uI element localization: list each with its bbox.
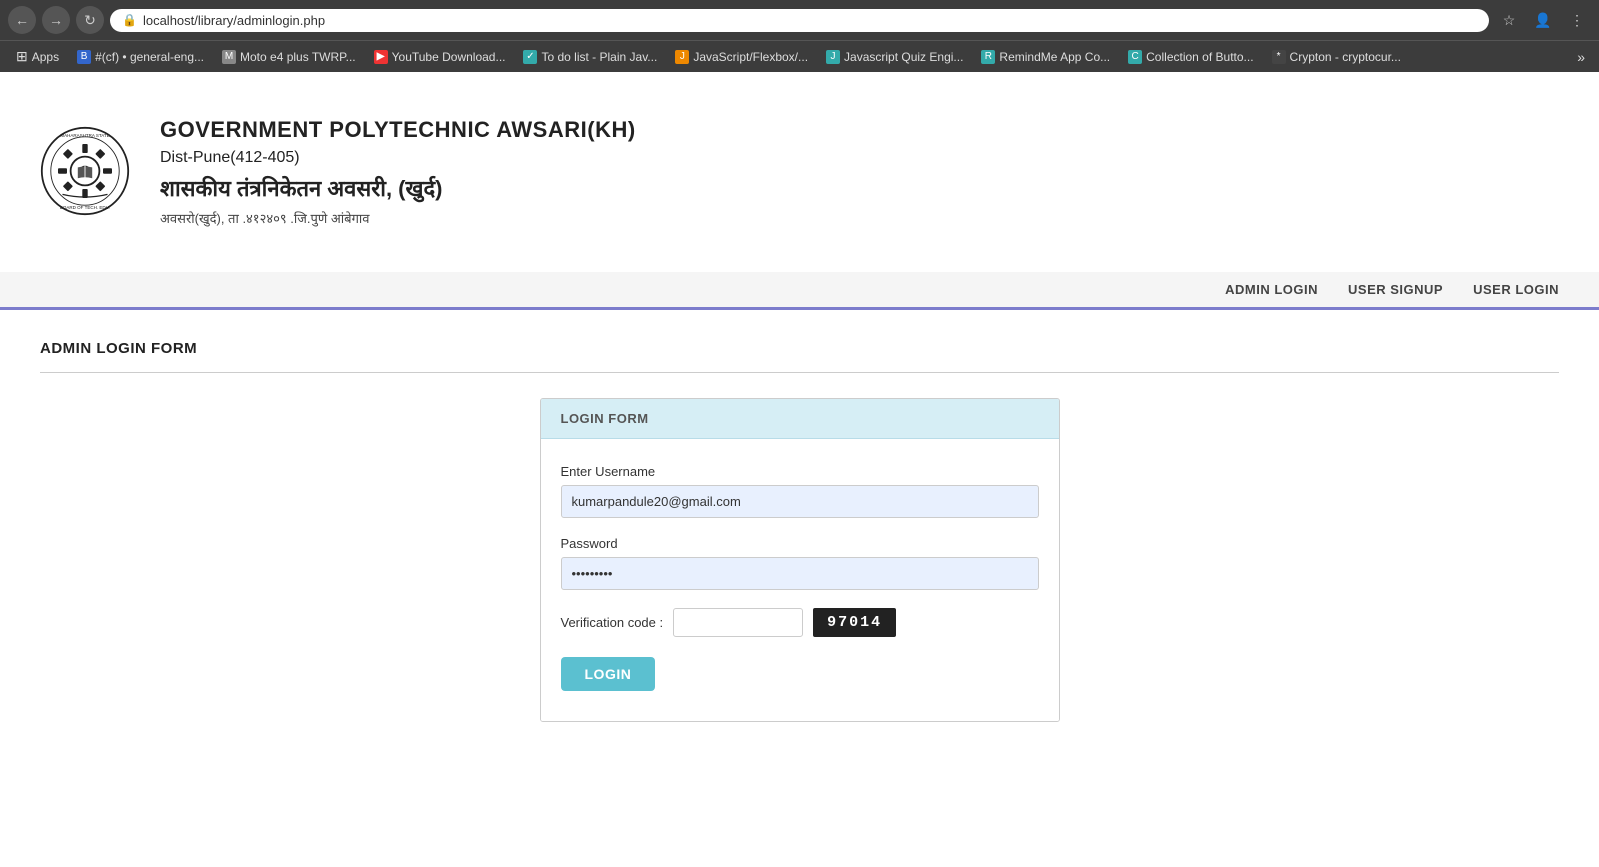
nav-admin-login[interactable]: ADMIN LOGIN: [1225, 282, 1318, 297]
captcha-box: 97014: [813, 608, 896, 637]
site-nav: ADMIN LOGIN USER SIGNUP USER LOGIN: [0, 272, 1599, 310]
verification-row: Verification code : 97014: [561, 608, 1039, 637]
apps-label: Apps: [32, 50, 59, 64]
forward-button[interactable]: →: [42, 6, 70, 34]
browser-chrome: ← → ↻ 🔒 localhost/library/adminlogin.php…: [0, 0, 1599, 72]
back-button[interactable]: ←: [8, 6, 36, 34]
bookmark-1[interactable]: B #(cf) • general-eng...: [69, 47, 212, 67]
bookmark-3[interactable]: ▶ YouTube Download...: [366, 47, 514, 67]
star-button[interactable]: ☆: [1495, 6, 1523, 34]
login-card-header: LOGIN FORM: [541, 399, 1059, 439]
url-text: localhost/library/adminlogin.php: [143, 13, 325, 28]
header-text: GOVERNMENT POLYTECHNIC AWSARI(KH) Dist-P…: [160, 117, 636, 227]
bookmarks-apps[interactable]: ⊞ Apps: [8, 45, 67, 68]
logo-svg: MAHARASHTRA STATE BOARD OF TECH. EDU.: [40, 126, 130, 216]
bookmark-2[interactable]: M Moto e4 plus TWRP...: [214, 47, 364, 67]
browser-toolbar: ← → ↻ 🔒 localhost/library/adminlogin.php…: [0, 0, 1599, 40]
bookmark-7[interactable]: R RemindMe App Co...: [973, 47, 1118, 67]
bookmarks-more[interactable]: »: [1571, 46, 1591, 68]
bookmark-5-icon: J: [675, 50, 689, 64]
section-divider: [40, 372, 1559, 373]
bookmark-2-label: Moto e4 plus TWRP...: [240, 50, 356, 64]
bookmark-4-label: To do list - Plain Jav...: [541, 50, 657, 64]
verification-input[interactable]: [673, 608, 803, 637]
apps-grid-icon: ⊞: [16, 48, 28, 65]
bookmark-6-icon: J: [826, 50, 840, 64]
bookmark-6-label: Javascript Quiz Engi...: [844, 50, 963, 64]
bookmark-1-icon: B: [77, 50, 91, 64]
site-header: MAHARASHTRA STATE BOARD OF TECH. EDU. GO…: [0, 72, 1599, 272]
bookmark-3-icon: ▶: [374, 50, 388, 64]
bookmark-4[interactable]: ✓ To do list - Plain Jav...: [515, 47, 665, 67]
bookmark-7-label: RemindMe App Co...: [999, 50, 1110, 64]
bookmark-8[interactable]: C Collection of Butto...: [1120, 47, 1261, 67]
username-label: Enter Username: [561, 464, 1039, 479]
page-content: MAHARASHTRA STATE BOARD OF TECH. EDU. GO…: [0, 72, 1599, 852]
bookmark-9-icon: *: [1272, 50, 1286, 64]
main-content: ADMIN LOGIN FORM LOGIN FORM Enter Userna…: [0, 310, 1599, 752]
svg-text:MAHARASHTRA STATE: MAHARASHTRA STATE: [60, 132, 109, 137]
header-logo: MAHARASHTRA STATE BOARD OF TECH. EDU.: [40, 126, 130, 219]
header-dist: Dist-Pune(412-405): [160, 149, 636, 167]
login-button[interactable]: LOGIN: [561, 657, 656, 691]
bookmark-6[interactable]: J Javascript Quiz Engi...: [818, 47, 971, 67]
menu-button[interactable]: ⋮: [1563, 6, 1591, 34]
nav-user-login[interactable]: USER LOGIN: [1473, 282, 1559, 297]
refresh-button[interactable]: ↻: [76, 6, 104, 34]
lock-icon: 🔒: [122, 13, 137, 27]
bookmark-8-icon: C: [1128, 50, 1142, 64]
verification-label: Verification code :: [561, 615, 664, 630]
bookmarks-bar: ⊞ Apps B #(cf) • general-eng... M Moto e…: [0, 40, 1599, 72]
username-input[interactable]: [561, 485, 1039, 518]
login-card-body: Enter Username Password Verification cod…: [541, 439, 1059, 721]
password-label: Password: [561, 536, 1039, 551]
bookmark-8-label: Collection of Butto...: [1146, 50, 1253, 64]
bookmark-9-label: Crypton - cryptocur...: [1290, 50, 1401, 64]
password-input[interactable]: [561, 557, 1039, 590]
form-section-title: ADMIN LOGIN FORM: [40, 340, 1559, 357]
bookmark-3-label: YouTube Download...: [392, 50, 506, 64]
username-group: Enter Username: [561, 464, 1039, 518]
nav-user-signup[interactable]: USER SIGNUP: [1348, 282, 1443, 297]
bookmark-1-label: #(cf) • general-eng...: [95, 50, 204, 64]
profile-button[interactable]: 👤: [1529, 6, 1557, 34]
bookmark-5[interactable]: J JavaScript/Flexbox/...: [667, 47, 816, 67]
password-group: Password: [561, 536, 1039, 590]
bookmark-7-icon: R: [981, 50, 995, 64]
bookmark-9[interactable]: * Crypton - cryptocur...: [1264, 47, 1409, 67]
bookmark-4-icon: ✓: [523, 50, 537, 64]
address-bar[interactable]: 🔒 localhost/library/adminlogin.php: [110, 9, 1489, 32]
svg-text:BOARD OF TECH. EDU.: BOARD OF TECH. EDU.: [60, 204, 110, 209]
login-card: LOGIN FORM Enter Username Password Verif…: [540, 398, 1060, 722]
header-title-hi: शासकीय तंत्रनिकेतन अवसरी, (खुर्द): [160, 173, 636, 203]
bookmark-5-label: JavaScript/Flexbox/...: [693, 50, 808, 64]
bookmark-2-icon: M: [222, 50, 236, 64]
header-title-en: GOVERNMENT POLYTECHNIC AWSARI(KH): [160, 117, 636, 143]
header-subtitle-hi: अवसरो(खुर्द), ता .४१२४०९ .जि.पुणे आंबेगा…: [160, 209, 636, 227]
